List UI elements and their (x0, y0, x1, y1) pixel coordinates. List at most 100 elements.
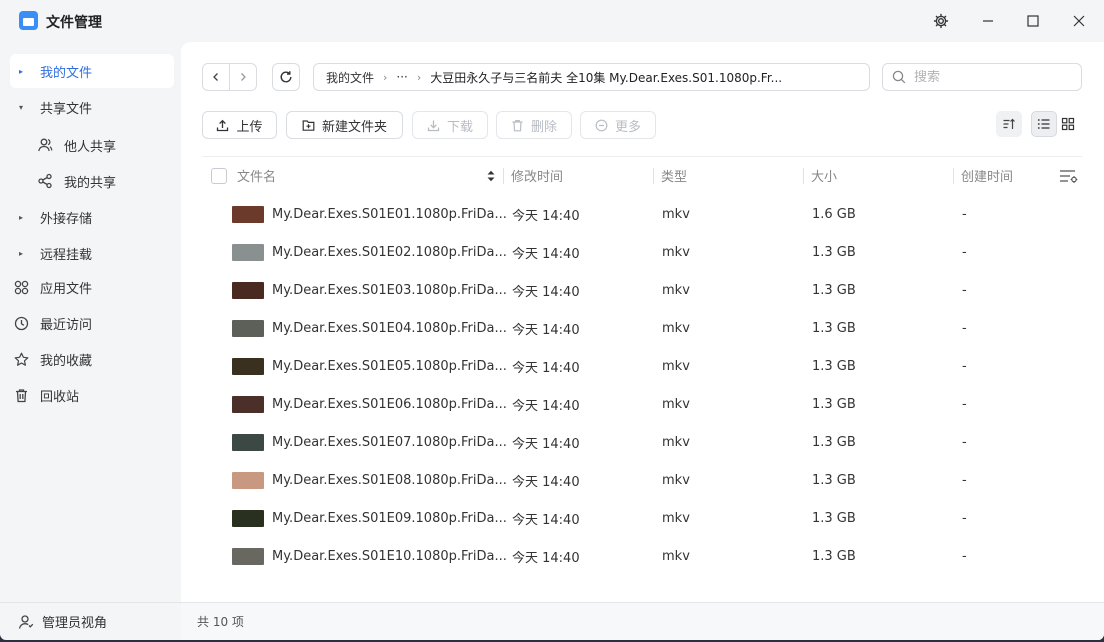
sidebar-item-recent[interactable]: 最近访问 (10, 306, 174, 340)
table-row[interactable]: My.Dear.Exes.S01E10.1080p.FriDa... 今天 14… (202, 537, 1082, 575)
sidebar-item-app-files[interactable]: 应用文件 (10, 270, 174, 304)
search-box (882, 63, 1082, 91)
sidebar-item-label: 我的收藏 (40, 353, 93, 369)
history-nav (202, 63, 257, 91)
table-row[interactable]: My.Dear.Exes.S01E07.1080p.FriDa... 今天 14… (202, 423, 1082, 461)
new-folder-button[interactable]: 新建文件夹 (286, 111, 403, 139)
list-view-button[interactable] (1031, 111, 1057, 137)
chevron-right-icon (241, 73, 246, 81)
upload-icon (217, 119, 229, 131)
sidebar-item-trash[interactable]: 回收站 (10, 378, 174, 412)
sort-icon (1003, 118, 1015, 129)
admin-user-icon (18, 614, 34, 630)
download-icon (427, 120, 440, 131)
sort-button[interactable] (996, 111, 1022, 137)
file-name: My.Dear.Exes.S01E05.1080p.FriDa... (272, 358, 507, 374)
apps-icon (10, 280, 32, 295)
file-size: 1.3 GB (812, 244, 856, 260)
chevron-right-icon: › (416, 70, 422, 84)
caret-down-icon: ▾ (18, 102, 23, 112)
file-size: 1.3 GB (812, 320, 856, 336)
sidebar-item-shared-files[interactable]: ▾ 共享文件 (10, 90, 174, 124)
sidebar-item-label: 我的共享 (64, 175, 117, 191)
search-input[interactable] (914, 69, 1064, 85)
upload-button[interactable]: 上传 (202, 111, 277, 139)
column-header-name[interactable]: 文件名 (237, 157, 276, 195)
star-icon (10, 352, 32, 367)
sidebar-item-remote-mount[interactable]: ▸ 远程挂载 (10, 236, 174, 270)
file-type: mkv (662, 510, 690, 526)
settings-icon[interactable] (928, 8, 954, 34)
table-row[interactable]: My.Dear.Exes.S01E06.1080p.FriDa... 今天 14… (202, 385, 1082, 423)
video-thumbnail (232, 396, 264, 413)
table-row[interactable]: My.Dear.Exes.S01E05.1080p.FriDa... 今天 14… (202, 347, 1082, 385)
sidebar-item-my-shares[interactable]: 我的共享 (34, 164, 174, 198)
list-icon (1037, 119, 1050, 129)
sidebar: ▸ 我的文件 ▾ 共享文件 他人共享 我的共享 ▸ 外接存储 ▸ 远程挂载 应用… (0, 42, 181, 640)
refresh-button[interactable] (272, 63, 300, 91)
table-row[interactable]: My.Dear.Exes.S01E09.1080p.FriDa... 今天 14… (202, 499, 1082, 537)
sort-toggle-icon[interactable] (486, 157, 496, 195)
status-bar: 共 10 项 (181, 602, 1104, 640)
maximize-icon[interactable] (1020, 8, 1046, 34)
file-type: mkv (662, 282, 690, 298)
column-settings-icon[interactable] (1059, 157, 1079, 195)
file-created: - (962, 282, 967, 298)
caret-right-icon: ▸ (18, 66, 23, 76)
download-button[interactable]: 下载 (412, 111, 488, 139)
file-type: mkv (662, 396, 690, 412)
file-modified: 今天 14:40 (512, 436, 580, 452)
file-modified: 今天 14:40 (512, 246, 580, 262)
grid-view-button[interactable] (1055, 111, 1081, 137)
column-header-size[interactable]: 大小 (811, 157, 837, 195)
breadcrumb-root[interactable]: 我的文件 (326, 69, 374, 86)
table-row[interactable]: My.Dear.Exes.S01E02.1080p.FriDa... 今天 14… (202, 233, 1082, 271)
app-folder-icon (19, 11, 38, 30)
table-row[interactable]: My.Dear.Exes.S01E01.1080p.FriDa... 今天 14… (202, 195, 1082, 233)
table-row[interactable]: My.Dear.Exes.S01E03.1080p.FriDa... 今天 14… (202, 271, 1082, 309)
sidebar-item-favorites[interactable]: 我的收藏 (10, 342, 174, 376)
sidebar-item-label: 最近访问 (40, 317, 93, 333)
table-row[interactable]: My.Dear.Exes.S01E08.1080p.FriDa... 今天 14… (202, 461, 1082, 499)
file-name: My.Dear.Exes.S01E03.1080p.FriDa... (272, 282, 507, 298)
file-modified: 今天 14:40 (512, 474, 580, 490)
breadcrumb-current: 大豆田永久子与三名前夫 全10集 My.Dear.Exes.S01.1080p.… (430, 70, 783, 85)
breadcrumb-ellipsis[interactable]: ··· (396, 70, 407, 84)
sidebar-item-label: 远程挂载 (40, 247, 93, 263)
column-header-modified[interactable]: 修改时间 (511, 157, 563, 195)
more-button[interactable]: 更多 (580, 111, 656, 139)
file-modified: 今天 14:40 (512, 512, 580, 528)
video-thumbnail (232, 548, 264, 565)
file-type: mkv (662, 320, 690, 336)
sidebar-item-shared-with-me[interactable]: 他人共享 (34, 128, 174, 162)
back-button[interactable] (203, 64, 229, 90)
file-type: mkv (662, 358, 690, 374)
sidebar-item-label: 应用文件 (40, 281, 93, 297)
file-name: My.Dear.Exes.S01E08.1080p.FriDa... (272, 472, 507, 488)
minimize-icon[interactable] (975, 8, 1001, 34)
file-type: mkv (662, 244, 690, 260)
chevron-left-icon (213, 73, 218, 81)
column-header-created[interactable]: 创建时间 (961, 157, 1013, 195)
sidebar-item-my-files[interactable]: ▸ 我的文件 (10, 54, 174, 88)
upload-label: 上传 (236, 119, 263, 135)
trash-icon (512, 119, 523, 131)
file-modified: 今天 14:40 (512, 550, 580, 566)
file-created: - (962, 434, 967, 450)
file-modified: 今天 14:40 (512, 398, 580, 414)
sidebar-item-external-storage[interactable]: ▸ 外接存储 (10, 200, 174, 234)
file-name: My.Dear.Exes.S01E07.1080p.FriDa... (272, 434, 507, 450)
delete-label: 删除 (530, 119, 557, 135)
caret-right-icon: ▸ (18, 248, 23, 258)
close-icon[interactable] (1066, 8, 1092, 34)
delete-button[interactable]: 删除 (496, 111, 572, 139)
forward-button[interactable] (229, 64, 256, 90)
clock-icon (10, 316, 32, 331)
video-thumbnail (232, 206, 264, 223)
column-header-type[interactable]: 类型 (661, 157, 687, 195)
file-created: - (962, 206, 967, 222)
admin-view-toggle[interactable]: 管理员视角 (0, 602, 181, 640)
select-all-checkbox[interactable] (211, 157, 227, 195)
table-row[interactable]: My.Dear.Exes.S01E04.1080p.FriDa... 今天 14… (202, 309, 1082, 347)
main-panel: 我的文件 › ··· › 大豆田永久子与三名前夫 全10集 My.Dear.Ex… (181, 42, 1104, 640)
